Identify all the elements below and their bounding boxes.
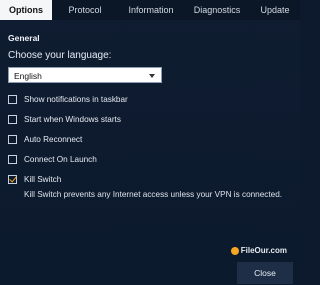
language-label: Choose your language: xyxy=(8,50,112,61)
option-label: Connect On Launch xyxy=(24,155,97,164)
settings-window: Options Protocol Information Diagnostics… xyxy=(0,0,300,285)
watermark-logo-icon xyxy=(230,246,239,255)
option-auto-reconnect[interactable]: Auto Reconnect xyxy=(8,133,292,146)
option-kill-switch[interactable]: Kill Switch xyxy=(8,173,292,186)
chevron-down-icon xyxy=(149,74,155,78)
option-label: Start when Windows starts xyxy=(24,115,121,124)
tab-information[interactable]: Information xyxy=(118,0,184,20)
tab-update[interactable]: Update xyxy=(250,0,300,20)
close-button[interactable]: Close xyxy=(237,262,293,284)
checkbox-start-with-windows[interactable] xyxy=(8,115,17,124)
checkbox-kill-switch[interactable] xyxy=(8,175,17,184)
tab-diagnostics[interactable]: Diagnostics xyxy=(184,0,250,20)
kill-switch-description: Kill Switch prevents any Internet access… xyxy=(24,190,283,199)
tab-bar: Options Protocol Information Diagnostics… xyxy=(0,0,300,20)
option-start-with-windows[interactable]: Start when Windows starts xyxy=(8,113,292,126)
option-connect-on-launch[interactable]: Connect On Launch xyxy=(8,153,292,166)
watermark-text: FileOur.com xyxy=(240,246,287,255)
option-label: Show notifications in taskbar xyxy=(24,95,128,104)
section-title-general: General xyxy=(8,33,40,43)
language-select-value: English xyxy=(14,71,42,81)
tab-protocol[interactable]: Protocol xyxy=(52,0,118,20)
watermark: FileOur.com xyxy=(230,246,287,255)
checkbox-connect-on-launch[interactable] xyxy=(8,155,17,164)
options-list: Show notifications in taskbar Start when… xyxy=(8,93,292,199)
option-show-notifications[interactable]: Show notifications in taskbar xyxy=(8,93,292,106)
tab-options[interactable]: Options xyxy=(0,0,52,20)
option-label: Kill Switch xyxy=(24,175,62,184)
language-select[interactable]: English xyxy=(8,67,162,83)
checkbox-auto-reconnect[interactable] xyxy=(8,135,17,144)
option-label: Auto Reconnect xyxy=(24,135,83,144)
checkbox-show-notifications[interactable] xyxy=(8,95,17,104)
